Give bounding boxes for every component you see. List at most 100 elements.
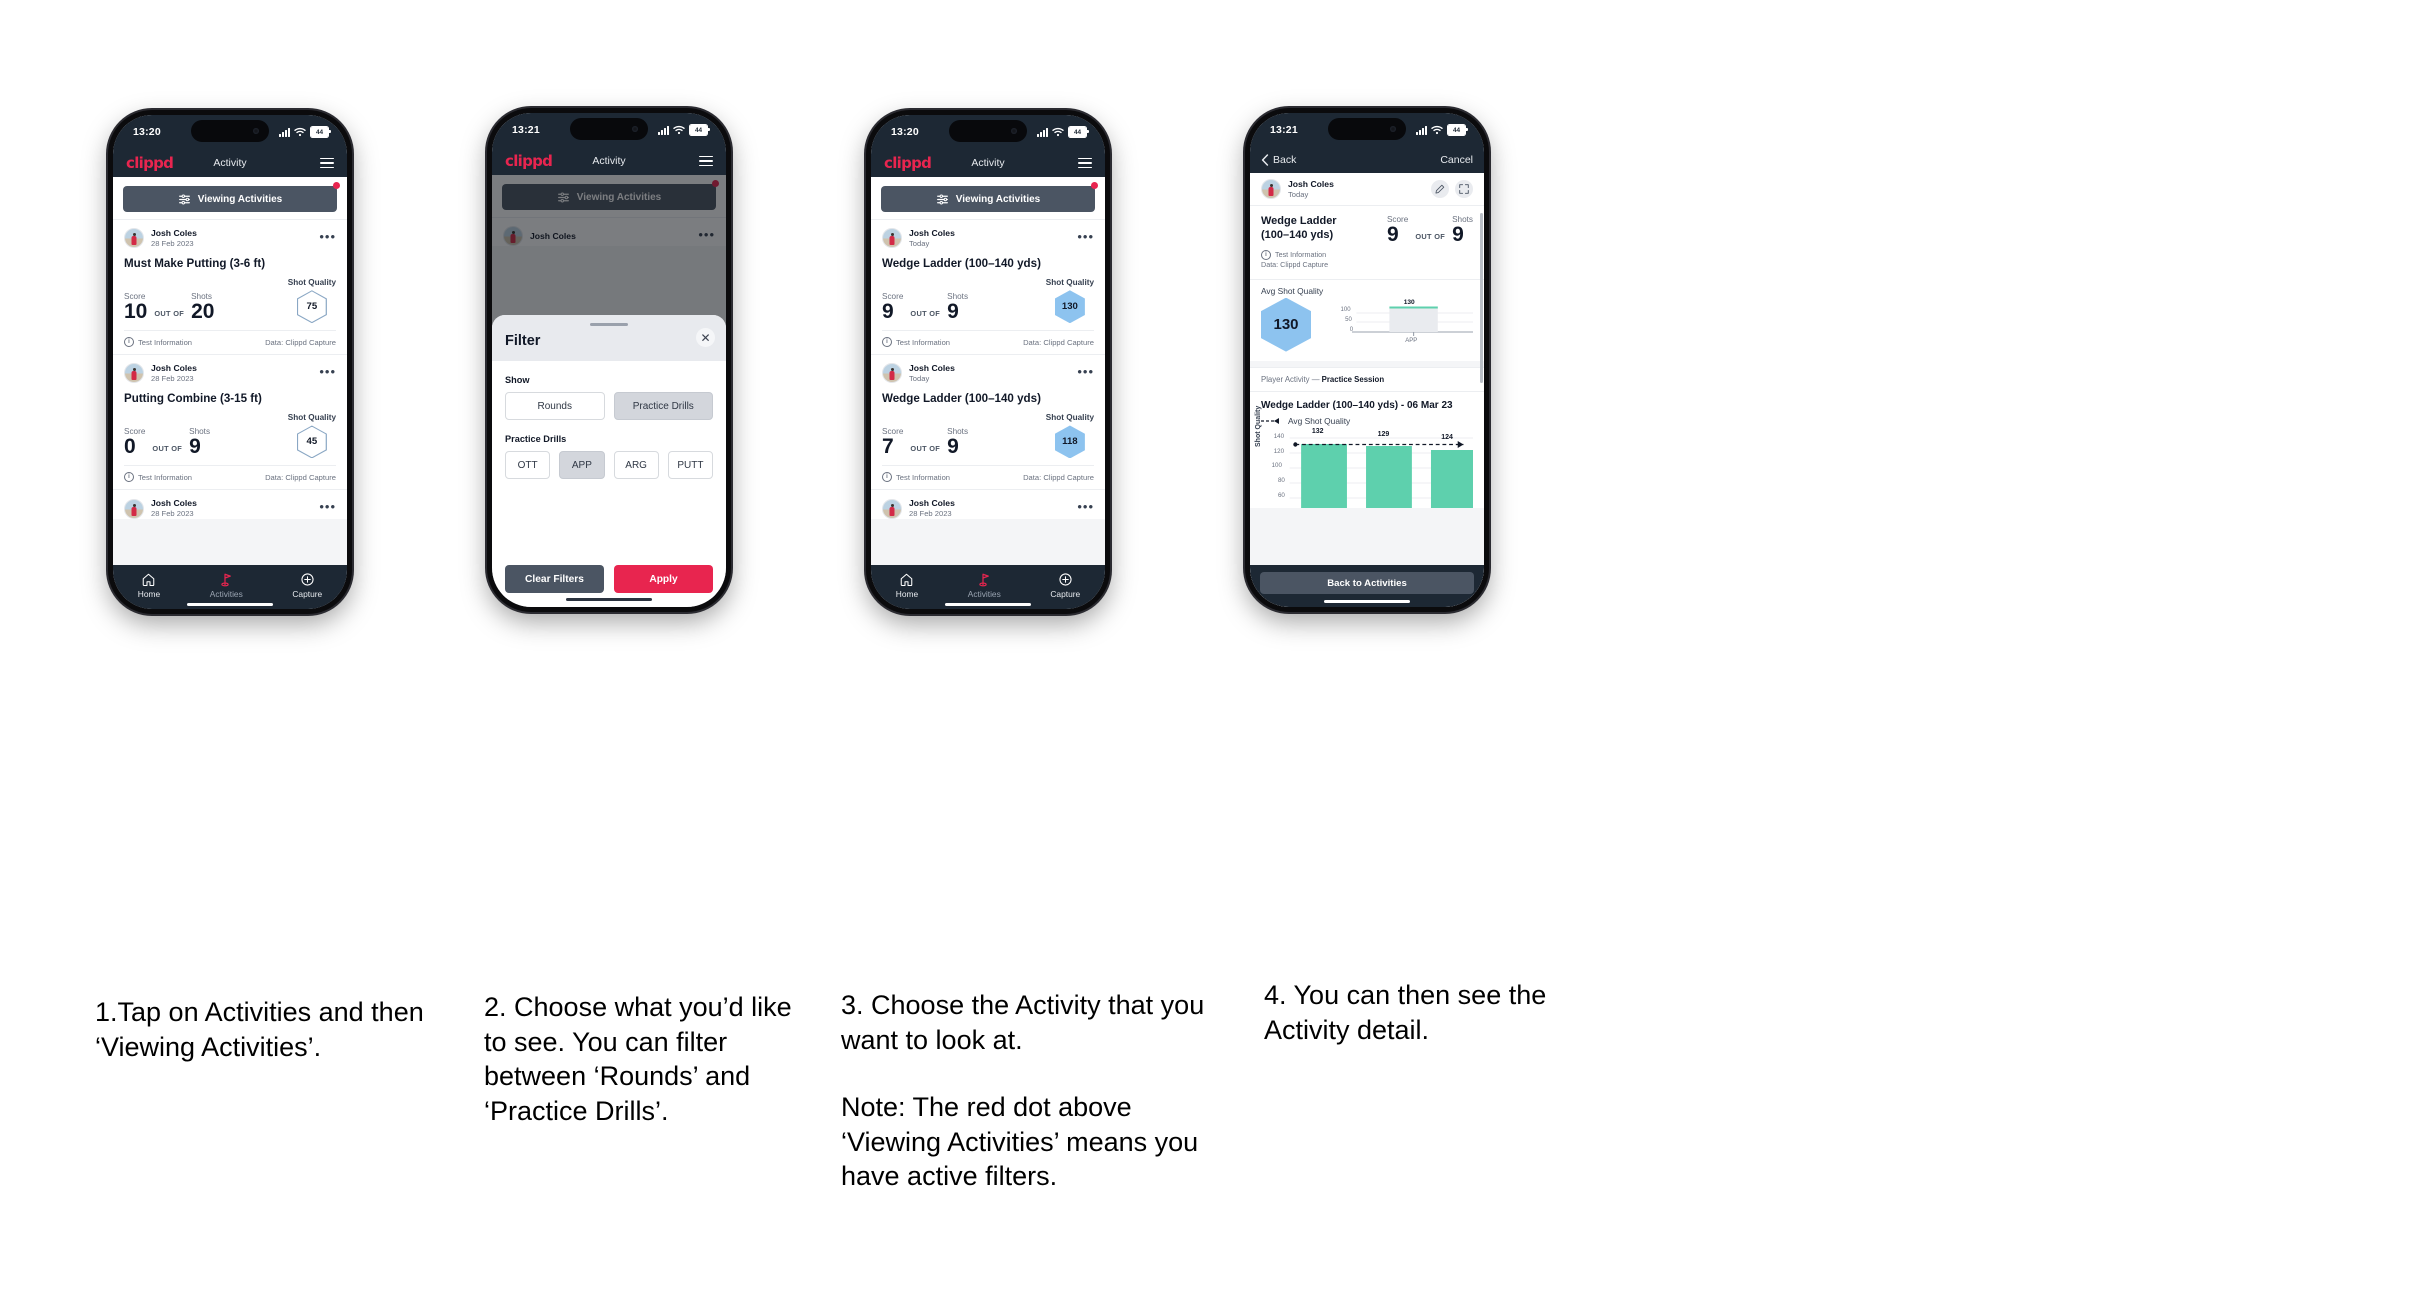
- avatar: [1261, 179, 1281, 200]
- activity-card[interactable]: Josh Coles Today ••• Wedge Ladder (100–1…: [871, 354, 1105, 490]
- status-bar: 13:21 44: [492, 113, 726, 147]
- dynamic-island: [570, 118, 648, 140]
- dynamic-island: [1328, 118, 1406, 140]
- menu-icon[interactable]: [699, 155, 713, 167]
- back-button[interactable]: Back: [1261, 154, 1296, 166]
- activities-list-behind: Viewing Activities Josh Coles •••: [492, 175, 726, 607]
- viewing-activities-button[interactable]: Viewing Activities: [881, 186, 1095, 212]
- drill-option-arg[interactable]: ARG: [613, 451, 659, 480]
- ytick-100: 100: [1271, 462, 1282, 470]
- activity-card-partial[interactable]: Josh Coles 28 Feb 2023 •••: [871, 489, 1105, 519]
- activity-card-partial[interactable]: Josh Coles 28 Feb 2023 •••: [113, 489, 347, 519]
- tab-home[interactable]: Home: [138, 572, 160, 599]
- shot-quality-label: Shot Quality: [287, 413, 336, 423]
- viewing-activities-label: Viewing Activities: [955, 193, 1041, 205]
- tab-activities[interactable]: Activities: [210, 572, 243, 599]
- drill-option-ott[interactable]: OTT: [505, 451, 551, 480]
- menu-icon[interactable]: [320, 157, 334, 169]
- drill-option-putt[interactable]: PUTT: [667, 451, 713, 480]
- bar-label-3: 124: [1441, 434, 1453, 442]
- drag-handle[interactable]: [590, 323, 628, 327]
- activity-card-footer: i Test Information Data: Clippd Capture: [124, 465, 336, 489]
- shot-quality-value: 75: [306, 301, 318, 313]
- activity-stats: Score 9 OUT OF Shots 9 Shot Quality 130: [882, 277, 1094, 324]
- activity-card[interactable]: Josh Coles 28 Feb 2023 ••• Putting Combi…: [113, 354, 347, 490]
- show-option-rounds[interactable]: Rounds: [505, 392, 605, 421]
- tab-home[interactable]: Home: [896, 572, 918, 599]
- show-option-practice-drills[interactable]: Practice Drills: [613, 392, 713, 421]
- activity-card-footer: i Test Information Data: Clippd Capture: [882, 465, 1094, 489]
- more-options-icon[interactable]: •••: [319, 230, 336, 243]
- summary-bar-chart: 100 50 0 130 APP: [1319, 299, 1473, 351]
- front-camera-icon: [632, 126, 638, 132]
- active-filter-dot: [333, 182, 340, 189]
- practice-drills-label: Practice Drills: [505, 434, 567, 445]
- expand-button[interactable]: [1455, 180, 1473, 199]
- close-icon[interactable]: ✕: [696, 328, 715, 347]
- phone-2-frame: 13:21 44 clippd Activity Filter ✕ Show R…: [487, 108, 731, 612]
- shot-quality-box: Shot Quality 130: [1046, 278, 1094, 324]
- detail-score-group: Score 9 OUT OF Shots 9: [1387, 215, 1473, 246]
- battery-icon: 44: [689, 124, 710, 136]
- tutorial-board: 13:20 44 clippd Activity Viewing Activit…: [0, 0, 2423, 1303]
- drill-option-app[interactable]: APP: [559, 451, 605, 480]
- score-value: 0: [124, 435, 136, 459]
- phone-1-frame: 13:20 44 clippd Activity Viewing Activit…: [108, 110, 352, 614]
- tab-activities-label: Activities: [209, 588, 243, 599]
- more-options-icon[interactable]: •••: [1077, 230, 1094, 243]
- activity-date: 28 Feb 2023: [151, 373, 194, 383]
- bottom-tab-bar: Home Activities Capture: [871, 565, 1105, 609]
- menu-icon[interactable]: [1078, 157, 1092, 169]
- wifi-icon: [1052, 127, 1064, 137]
- filter-sliders-icon: [178, 194, 190, 204]
- phone-1-screen: 13:20 44 clippd Activity Viewing Activit…: [113, 115, 347, 609]
- activity-card-header: Josh Coles Today •••: [882, 228, 1094, 249]
- battery-icon: 44: [1068, 126, 1089, 138]
- shot-quality-hexagon: 118: [1054, 425, 1085, 459]
- summary-ytick-100: 100: [1340, 307, 1351, 314]
- scrollbar[interactable]: [1480, 213, 1483, 383]
- filter-title: Filter: [505, 333, 541, 350]
- tab-capture[interactable]: Capture: [292, 572, 322, 599]
- data-source-label: Data: Clippd Capture: [1261, 260, 1329, 270]
- info-icon: i: [124, 472, 134, 483]
- viewing-activities-button[interactable]: Viewing Activities: [123, 186, 337, 212]
- app-bar: clippd Activity: [492, 147, 726, 175]
- home-indicator: [566, 597, 652, 601]
- shots-stat: Shots 9: [947, 292, 968, 323]
- more-options-icon[interactable]: •••: [1077, 365, 1094, 378]
- tab-home-label: Home: [137, 588, 161, 599]
- phone-4-frame: 13:21 44 Back Cancel Josh Coles Today We…: [1245, 108, 1489, 612]
- detail-title: Wedge Ladder (100–140 yds): [1261, 215, 1337, 243]
- clear-filters-button[interactable]: Clear Filters: [505, 565, 604, 593]
- score-stat: Score 0: [124, 427, 145, 458]
- detail-actions: [1431, 180, 1473, 199]
- battery-icon: 44: [310, 126, 331, 138]
- activity-date: Today: [1288, 189, 1309, 199]
- plus-circle-icon: [301, 572, 314, 586]
- more-options-icon[interactable]: •••: [319, 365, 336, 378]
- edit-button[interactable]: [1431, 180, 1449, 199]
- home-indicator: [1324, 599, 1410, 603]
- tab-activities[interactable]: Activities: [968, 572, 1001, 599]
- back-to-activities-button[interactable]: Back to Activities: [1260, 572, 1474, 594]
- shot-quality-box: Shot Quality 45: [287, 413, 336, 459]
- battery-level: 44: [1069, 127, 1086, 137]
- viewing-activities-label: Viewing Activities: [197, 193, 283, 205]
- detail-nav-bar: Back Cancel: [1250, 147, 1484, 173]
- phone-4-screen: 13:21 44 Back Cancel Josh Coles Today We…: [1250, 113, 1484, 607]
- home-icon: [901, 573, 913, 586]
- more-options-icon[interactable]: •••: [319, 500, 336, 513]
- player-activity-prefix: Player Activity —: [1261, 374, 1320, 384]
- status-bar: 13:20 44: [871, 115, 1105, 149]
- activity-card[interactable]: Josh Coles 28 Feb 2023 ••• Must Make Put…: [113, 219, 347, 355]
- activity-card[interactable]: Josh Coles Today ••• Wedge Ladder (100–1…: [871, 219, 1105, 355]
- caption-3: 3. Choose the Activity that you want to …: [841, 990, 1205, 1055]
- cancel-button[interactable]: Cancel: [1440, 154, 1473, 166]
- activity-card-footer: i Test Information Data: Clippd Capture: [882, 330, 1094, 354]
- tab-capture[interactable]: Capture: [1050, 572, 1080, 599]
- apply-button[interactable]: Apply: [614, 565, 713, 593]
- more-options-icon[interactable]: •••: [1077, 500, 1094, 513]
- info-icon: i: [124, 337, 134, 348]
- phone-2-bezel: 13:21 44 clippd Activity Filter ✕ Show R…: [492, 113, 726, 607]
